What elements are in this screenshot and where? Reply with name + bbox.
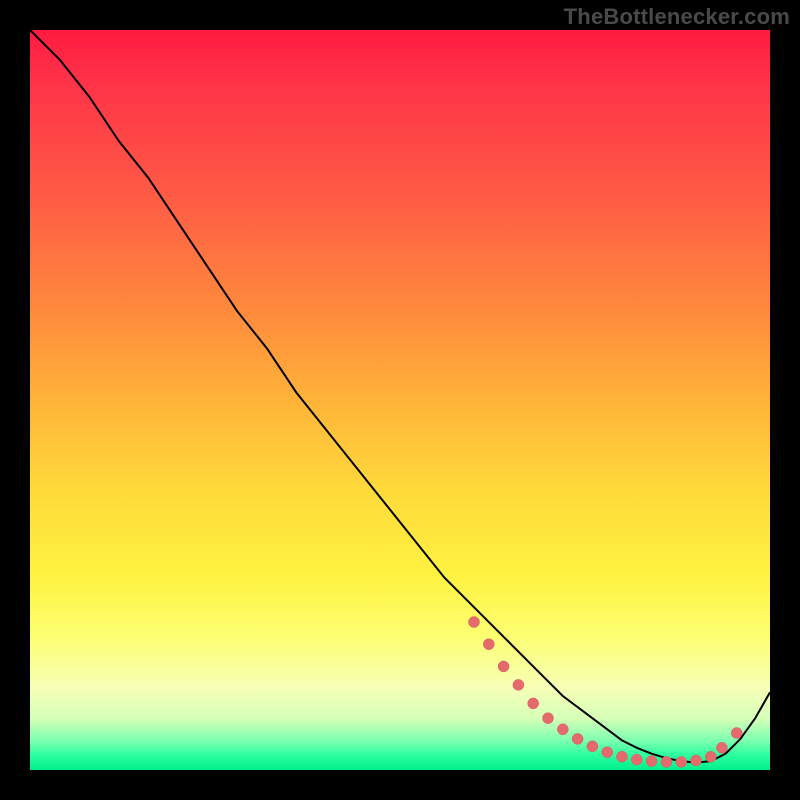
marker-dot [676,756,687,767]
marker-dot [513,679,524,690]
marker-dot [557,724,568,735]
marker-dot [469,617,480,628]
marker-dot [731,728,742,739]
marker-dot [483,639,494,650]
marker-group [469,617,743,768]
marker-dot [617,751,628,762]
marker-dot [528,698,539,709]
marker-dot [691,755,702,766]
marker-dot [661,756,672,767]
marker-dot [716,742,727,753]
marker-dot [587,741,598,752]
watermark-text: TheBottlenecker.com [564,4,790,30]
plot-area [30,30,770,770]
marker-dot [646,756,657,767]
marker-dot [498,661,509,672]
bottleneck-curve [30,30,770,763]
marker-dot [631,754,642,765]
marker-dot [602,747,613,758]
chart-svg [30,30,770,770]
chart-stage: TheBottlenecker.com [0,0,800,800]
marker-dot [543,713,554,724]
marker-dot [572,733,583,744]
marker-dot [705,751,716,762]
